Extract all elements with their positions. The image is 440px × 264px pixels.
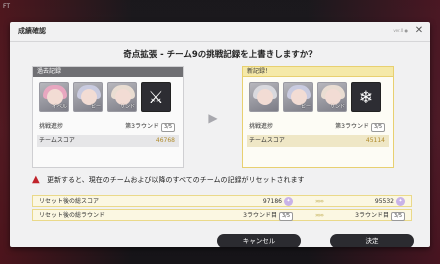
character-card: ピー <box>283 82 313 112</box>
game-logo: FT <box>3 3 11 10</box>
score-label: チームスコア <box>249 137 285 144</box>
reset-row-label: リセット後の総ラウンド <box>39 212 106 219</box>
old-record-panel: 過去記録 イベル ピー リンド ⚔ 挑戦進捗 第3ラウンド 3/5 チームスコア 467… <box>32 66 184 168</box>
chevrons-right-icon: »»» <box>315 212 324 219</box>
weapon-emblem-icon: ⚔ <box>148 88 164 108</box>
confirm-button[interactable]: 決定 <box>330 234 414 247</box>
warning-text: 更新すると、現在のチームおよび以降のすべてのチームの記録がリセットされます <box>47 176 305 184</box>
character-card: リンド <box>107 82 137 112</box>
score-value: 45114 <box>365 137 385 144</box>
progress-label: 挑戦進捗 <box>249 123 274 130</box>
progress-round: 第3ラウンド <box>125 123 159 130</box>
round-badge: 3/5 <box>390 212 405 221</box>
character-name-tag: リンド <box>119 104 135 110</box>
old-score-row: チームスコア 46768 <box>37 135 179 147</box>
progress-label: 挑戦進捗 <box>39 123 64 130</box>
new-team-cards: ピー リンド ❄ <box>249 82 381 112</box>
dialog-header: 成績確認 ver.0 ● ✕ <box>10 22 430 42</box>
new-score-row: チームスコア 45114 <box>247 135 389 147</box>
new-progress-row: 挑戦進捗 第3ラウンド 3/5 <box>247 121 389 133</box>
character-card: イベル <box>39 82 69 112</box>
score-medal-icon: ✦ <box>284 197 293 206</box>
dialog-version: ver.0 ● <box>393 28 408 33</box>
character-name-tag: ピー <box>300 104 311 110</box>
score-medal-icon: ✦ <box>396 197 405 206</box>
close-icon[interactable]: ✕ <box>412 24 426 38</box>
before-value: 97186 <box>262 198 282 205</box>
warning-icon: ▲ <box>32 174 40 185</box>
cancel-button[interactable]: キャンセル <box>217 234 301 247</box>
weapon-emblem-icon: ❄ <box>358 88 374 108</box>
character-card: ピー <box>73 82 103 112</box>
score-label: チームスコア <box>39 137 75 144</box>
chevrons-right-icon: »»» <box>315 198 324 205</box>
reset-total-score-row: リセット後の総スコア 97186 ✦ »»» 95532 ✦ <box>32 195 412 207</box>
weapon-card: ❄ <box>351 82 381 112</box>
round-badge: 3/5 <box>370 123 385 132</box>
old-record-heading: 過去記録 <box>33 67 183 77</box>
reset-row-before: 97186 ✦ <box>203 196 293 208</box>
reset-row-label: リセット後の総スコア <box>39 198 100 205</box>
record-confirm-dialog: 成績確認 ver.0 ● ✕ 奇点拡張 - チーム9の挑戦記録を上書きしますか？… <box>10 22 430 247</box>
after-value: 95532 <box>374 198 394 205</box>
character-portrait <box>257 89 273 105</box>
old-progress-row: 挑戦進捗 第3ラウンド 3/5 <box>37 121 179 133</box>
old-team-cards: イベル ピー リンド ⚔ <box>39 82 171 112</box>
reset-row-after: 3ラウンド目 3/5 <box>325 210 405 222</box>
weapon-card: ⚔ <box>141 82 171 112</box>
reset-warning: ▲ 更新すると、現在のチームおよび以降のすべてのチームの記録がリセットされます <box>32 174 412 186</box>
dialog-title: 成績確認 <box>18 27 46 35</box>
character-name-tag: イベル <box>51 104 67 110</box>
reset-total-rounds-row: リセット後の総ラウンド 3ラウンド目 3/5 »»» 3ラウンド目 3/5 <box>32 209 412 221</box>
new-record-panel: 新記録！ ピー リンド ❄ 挑戦進捗 第3ラウンド 3/5 チームスコア 45114 <box>242 66 394 168</box>
dialog-subtitle: 奇点拡張 - チーム9の挑戦記録を上書きしますか？ <box>123 50 317 60</box>
progress-value: 第3ラウンド 3/5 <box>335 121 385 133</box>
progress-value: 第3ラウンド 3/5 <box>125 121 175 133</box>
after-value: 3ラウンド目 <box>355 212 389 219</box>
reset-row-after: 95532 ✦ <box>325 196 405 208</box>
character-card <box>249 82 279 112</box>
arrow-right-icon: ▶ <box>208 111 218 125</box>
character-card: リンド <box>317 82 347 112</box>
progress-round: 第3ラウンド <box>335 123 369 130</box>
before-value: 3ラウンド目 <box>243 212 277 219</box>
character-name-tag: ピー <box>90 104 101 110</box>
character-name-tag: リンド <box>329 104 345 110</box>
round-badge: 3/5 <box>160 123 175 132</box>
score-value: 46768 <box>155 137 175 144</box>
reset-row-before: 3ラウンド目 3/5 <box>203 210 293 222</box>
round-badge: 3/5 <box>278 212 293 221</box>
new-record-heading: 新記録！ <box>243 67 393 77</box>
